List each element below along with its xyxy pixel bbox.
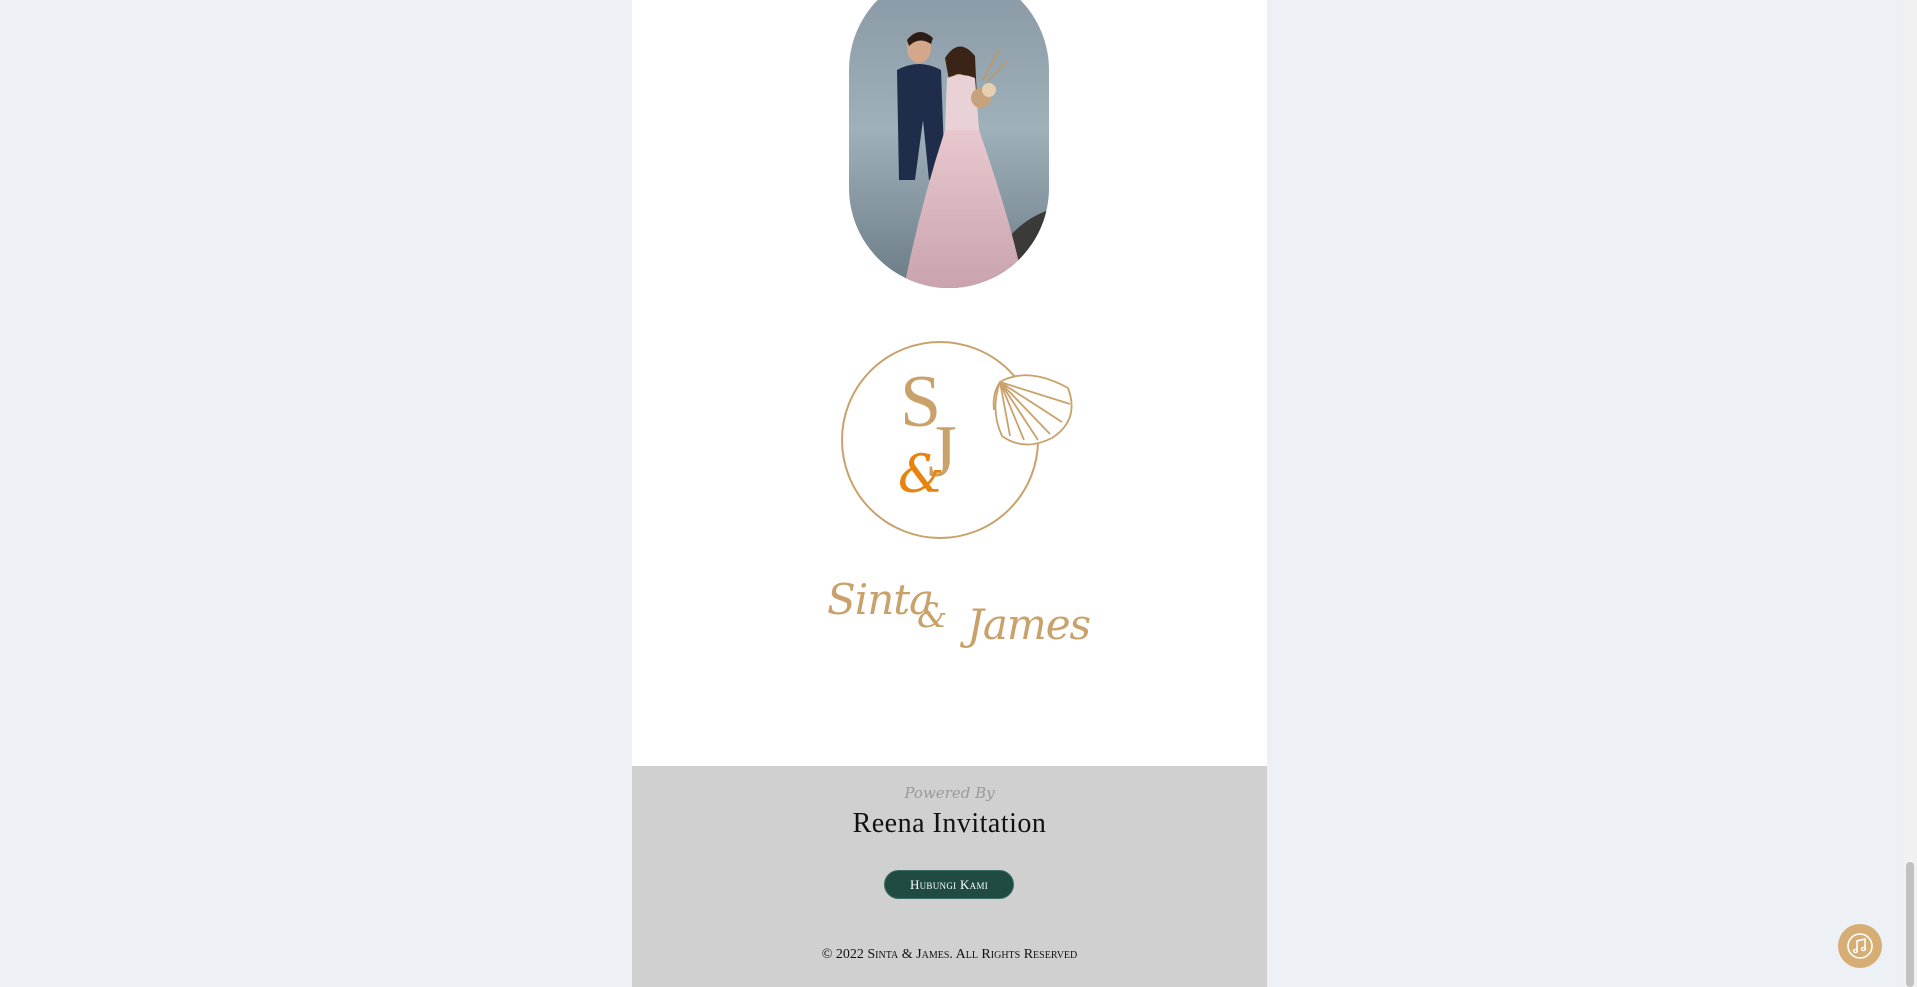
svg-text:&: & (898, 445, 944, 505)
brand-name: Reena Invitation (852, 808, 1047, 839)
couple-photo (849, 0, 1049, 288)
powered-by-label: Powered By (904, 784, 995, 802)
music-note-icon (1847, 933, 1873, 959)
page-scrollbar[interactable] (1903, 0, 1917, 987)
invitation-card: S J & Sinta & James Powered By Reena Inv… (632, 0, 1267, 987)
scrollbar-thumb[interactable] (1906, 862, 1914, 987)
names-ampersand: & (917, 596, 948, 636)
monogram-graphic: S J & (841, 341, 1073, 539)
contact-us-button[interactable]: Hubungi Kami (884, 870, 1014, 899)
couple-photo-image (849, 0, 1049, 288)
copyright-text: © 2022 Sinta & James. All Rights Reserve… (821, 947, 1078, 962)
music-toggle-button[interactable] (1838, 924, 1882, 968)
sj-monogram-logo: S J & (832, 330, 1082, 540)
footer: Powered By Reena Invitation Hubungi Kami… (632, 766, 1267, 987)
couple-names: Sinta & James (782, 560, 1112, 670)
groom-name: James (967, 600, 1091, 649)
